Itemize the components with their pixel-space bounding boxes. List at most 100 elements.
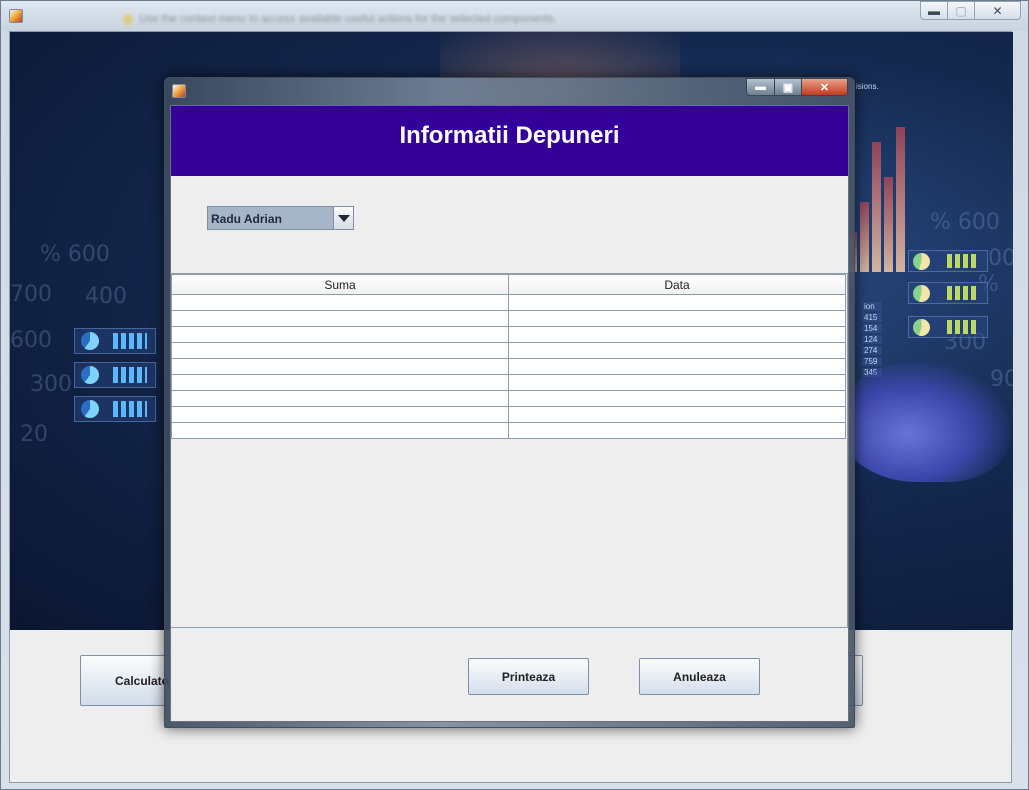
dialog-close-button[interactable]: ✕ [801, 78, 848, 96]
pie-chart-icon [913, 253, 930, 270]
bg-value-list: ion 415 154 124 274 759 345 [862, 302, 882, 379]
bg-chart-card [74, 396, 156, 422]
cell-data[interactable] [508, 406, 846, 423]
dialog-minimize-button[interactable]: ▬ [746, 78, 775, 96]
lightbulb-icon [123, 13, 133, 25]
table-row[interactable] [171, 310, 846, 327]
bg-bar [872, 142, 881, 272]
bg-bar [860, 202, 869, 272]
bar-chart-icon [947, 254, 977, 268]
cancel-button[interactable]: Anuleaza [639, 658, 760, 695]
close-icon: ✕ [992, 3, 1003, 18]
bg-text: 400 [85, 284, 127, 309]
close-button[interactable]: ✕ [974, 1, 1021, 20]
table-row[interactable] [171, 358, 846, 375]
bg-corner-text: isions. [856, 82, 879, 91]
table-row[interactable] [171, 406, 846, 423]
print-button[interactable]: Printeaza [468, 658, 589, 695]
bg-text: 600 [10, 328, 52, 353]
client-select[interactable]: Radu Adrian [207, 206, 354, 230]
bg-chart-card [74, 328, 156, 354]
bg-chart-card [908, 250, 988, 272]
cell-suma[interactable] [171, 374, 509, 391]
cell-data[interactable] [508, 358, 846, 375]
bar-chart-icon [947, 320, 977, 334]
bg-value: ion [862, 302, 882, 311]
pie-chart-icon [81, 332, 99, 350]
bg-hand-illustration [840, 362, 1010, 482]
column-header-data[interactable]: Data [508, 274, 846, 295]
pie-chart-icon [913, 285, 930, 302]
deposits-table: Suma Data [171, 274, 846, 439]
minimize-icon: ▬ [755, 81, 766, 93]
cell-data[interactable] [508, 310, 846, 327]
cell-data[interactable] [508, 326, 846, 343]
cell-suma[interactable] [171, 342, 509, 359]
java-app-icon[interactable] [172, 84, 186, 98]
bar-chart-icon [113, 367, 147, 383]
bg-text: 300 [30, 372, 72, 397]
cell-data[interactable] [508, 374, 846, 391]
column-header-suma[interactable]: Suma [171, 274, 509, 295]
cell-data[interactable] [508, 422, 846, 439]
pie-chart-icon [913, 319, 930, 336]
cell-data[interactable] [508, 294, 846, 311]
cell-suma[interactable] [171, 406, 509, 423]
pie-chart-icon [81, 366, 99, 384]
bg-value: 759 [862, 357, 882, 366]
bg-text: % 600 [930, 210, 1000, 235]
dialog-maximize-button[interactable]: ▣ [774, 78, 802, 96]
bar-chart-icon [947, 286, 977, 300]
bg-text: % 600 [40, 242, 110, 267]
cell-suma[interactable] [171, 310, 509, 327]
maximize-icon: ▣ [782, 81, 794, 94]
bg-text: 90 [990, 367, 1013, 392]
cell-data[interactable] [508, 342, 846, 359]
context-menu-hint: Use the context menu to access available… [123, 13, 603, 27]
maximize-icon: ▢ [955, 3, 967, 18]
cell-suma[interactable] [171, 422, 509, 439]
table-row[interactable] [171, 374, 846, 391]
cell-data[interactable] [508, 390, 846, 407]
deposits-dialog: ▬ ▣ ✕ Informatii Depuneri Radu Adrian Su… [164, 77, 855, 728]
bg-value: 124 [862, 335, 882, 344]
bar-chart-icon [113, 333, 147, 349]
cell-suma[interactable] [171, 294, 509, 311]
deposits-table-scroll-area[interactable]: Suma Data [171, 273, 848, 628]
bg-chart-card [908, 316, 988, 338]
bg-chart-card [908, 282, 988, 304]
hint-text: Use the context menu to access available… [139, 13, 557, 25]
main-titlebar[interactable]: Use the context menu to access available… [1, 1, 1028, 31]
table-row[interactable] [171, 326, 846, 343]
chevron-down-icon[interactable] [333, 207, 353, 229]
minimize-button[interactable]: ▬ [920, 1, 948, 20]
bg-value: 154 [862, 324, 882, 333]
table-body [171, 294, 846, 439]
table-row[interactable] [171, 294, 846, 311]
bg-bar [884, 177, 893, 272]
bg-chart-card [74, 362, 156, 388]
table-row[interactable] [171, 342, 846, 359]
dialog-header: Informatii Depuneri [171, 106, 848, 176]
dialog-body: Informatii Depuneri Radu Adrian Suma Dat… [170, 105, 849, 722]
bg-value: 415 [862, 313, 882, 322]
maximize-button[interactable]: ▢ [947, 1, 975, 20]
bg-text: 20 [20, 422, 48, 447]
cell-suma[interactable] [171, 358, 509, 375]
table-row[interactable] [171, 422, 846, 439]
bg-bar [896, 127, 905, 272]
dialog-title: Informatii Depuneri [399, 122, 620, 149]
table-row[interactable] [171, 390, 846, 407]
bg-value: 274 [862, 346, 882, 355]
java-app-icon[interactable] [9, 9, 23, 23]
client-select-value: Radu Adrian [211, 212, 282, 226]
dialog-titlebar[interactable]: ▬ ▣ ✕ [165, 78, 854, 105]
cell-suma[interactable] [171, 326, 509, 343]
bg-text: 700 [10, 282, 52, 307]
table-header-row: Suma Data [171, 274, 846, 295]
bar-chart-icon [113, 401, 147, 417]
pie-chart-icon [81, 400, 99, 418]
close-icon: ✕ [819, 81, 830, 94]
bg-bar-chart [848, 112, 908, 272]
cell-suma[interactable] [171, 390, 509, 407]
